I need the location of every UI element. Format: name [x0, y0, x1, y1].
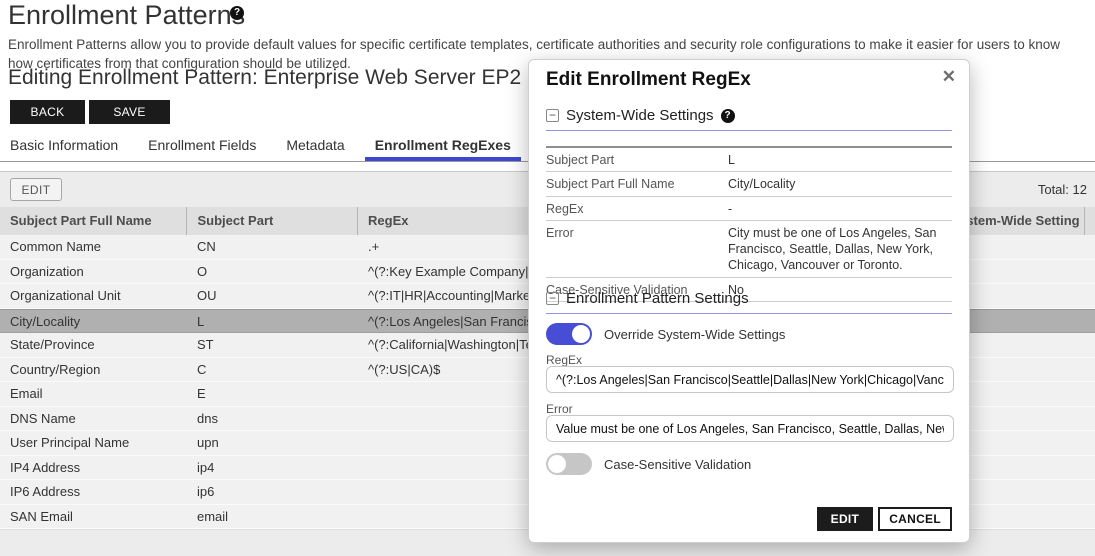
modal-edit-button[interactable]: EDIT — [817, 507, 874, 531]
system-settings-table: Subject PartLSubject Part Full NameCity/… — [546, 146, 952, 302]
setting-value: L — [728, 152, 952, 168]
page-title: Enrollment Patterns — [8, 0, 245, 31]
total-count: Total: 12 — [1038, 182, 1087, 197]
setting-value: No — [728, 282, 952, 298]
section-underline — [546, 130, 952, 131]
column-header-subject-part[interactable]: Subject Part — [186, 207, 357, 235]
regex-field-label: RegEx — [546, 353, 582, 367]
save-button[interactable]: SAVE — [89, 100, 170, 124]
cell-full-name: City/Locality — [0, 310, 187, 333]
toggle-knob — [572, 325, 590, 343]
modal-buttons: EDIT CANCEL — [817, 507, 952, 531]
cell-full-name: SAN Email — [0, 505, 187, 529]
tab-enrollment-fields[interactable]: Enrollment Fields — [138, 133, 266, 161]
system-setting-row-error: ErrorCity must be one of Los Angeles, Sa… — [546, 221, 952, 278]
cell-part: ip6 — [187, 480, 358, 504]
cell-part: email — [187, 505, 358, 529]
collapse-icon[interactable]: − — [546, 292, 559, 305]
cell-full-name: State/Province — [0, 333, 187, 357]
table-edit-button[interactable]: EDIT — [10, 178, 62, 201]
override-toggle-row: Override System-Wide Settings — [546, 323, 785, 345]
cell-full-name: Organization — [0, 260, 187, 284]
screen: Enrollment Patterns ? Enrollment Pattern… — [0, 0, 1095, 556]
enrollment-pattern-settings-section-header: − Enrollment Pattern Settings — [546, 290, 749, 307]
override-system-wide-toggle[interactable] — [546, 323, 592, 345]
section-label: System-Wide Settings — [566, 107, 714, 124]
help-icon[interactable]: ? — [721, 109, 735, 123]
close-icon[interactable]: ✕ — [942, 67, 956, 87]
cell-part: C — [187, 358, 358, 382]
setting-label: RegEx — [546, 201, 728, 217]
modal-title: Edit Enrollment RegEx — [546, 69, 751, 91]
error-field-label: Error — [546, 402, 573, 416]
tab-basic-information[interactable]: Basic Information — [0, 133, 128, 161]
tab-metadata[interactable]: Metadata — [276, 133, 354, 161]
column-header-spacer — [1084, 207, 1095, 235]
collapse-icon[interactable]: − — [546, 109, 559, 122]
cell-full-name: Common Name — [0, 235, 187, 259]
cell-full-name: DNS Name — [0, 407, 187, 431]
case-sensitive-toggle[interactable] — [546, 453, 592, 475]
setting-value: City/Locality — [728, 176, 952, 192]
help-icon[interactable]: ? — [230, 6, 244, 20]
cell-part: ip4 — [187, 456, 358, 480]
cell-full-name: Organizational Unit — [0, 284, 187, 308]
editing-pattern-title: Editing Enrollment Pattern: Enterprise W… — [8, 66, 521, 90]
regex-input[interactable] — [546, 366, 954, 393]
setting-label: Subject Part Full Name — [546, 176, 728, 192]
setting-value: City must be one of Los Angeles, San Fra… — [728, 225, 952, 274]
edit-enrollment-regex-modal: Edit Enrollment RegEx ✕ − System-Wide Se… — [528, 59, 970, 543]
tab-enrollment-regexes[interactable]: Enrollment RegExes — [365, 133, 521, 161]
setting-value: - — [728, 201, 952, 217]
cell-part: ST — [187, 333, 358, 357]
setting-label: Subject Part — [546, 152, 728, 168]
cell-full-name: IP4 Address — [0, 456, 187, 480]
cell-part: OU — [187, 284, 358, 308]
system-setting-row-subject-part: Subject PartL — [546, 148, 952, 172]
error-input[interactable] — [546, 415, 954, 442]
setting-label: Error — [546, 225, 728, 274]
toggle-label: Case-Sensitive Validation — [604, 457, 751, 472]
cell-full-name: Country/Region — [0, 358, 187, 382]
cell-full-name: User Principal Name — [0, 431, 187, 455]
column-header-subject-part-full-name[interactable]: Subject Part Full Name — [0, 207, 186, 235]
cell-part: O — [187, 260, 358, 284]
cell-full-name: IP6 Address — [0, 480, 187, 504]
toggle-label: Override System-Wide Settings — [604, 327, 785, 342]
case-sensitive-toggle-row: Case-Sensitive Validation — [546, 453, 751, 475]
cell-part: E — [187, 382, 358, 406]
section-label: Enrollment Pattern Settings — [566, 290, 749, 307]
system-setting-row-regex: RegEx- — [546, 197, 952, 221]
cell-part: L — [187, 310, 358, 333]
cell-full-name: Email — [0, 382, 187, 406]
cell-part: upn — [187, 431, 358, 455]
system-wide-settings-section-header: − System-Wide Settings ? — [546, 107, 735, 124]
cell-part: dns — [187, 407, 358, 431]
cell-part: CN — [187, 235, 358, 259]
section-underline — [546, 313, 952, 314]
back-button[interactable]: BACK — [10, 100, 85, 124]
toggle-knob — [548, 455, 566, 473]
system-setting-row-subject-part-full-name: Subject Part Full NameCity/Locality — [546, 172, 952, 196]
modal-cancel-button[interactable]: CANCEL — [878, 507, 952, 531]
